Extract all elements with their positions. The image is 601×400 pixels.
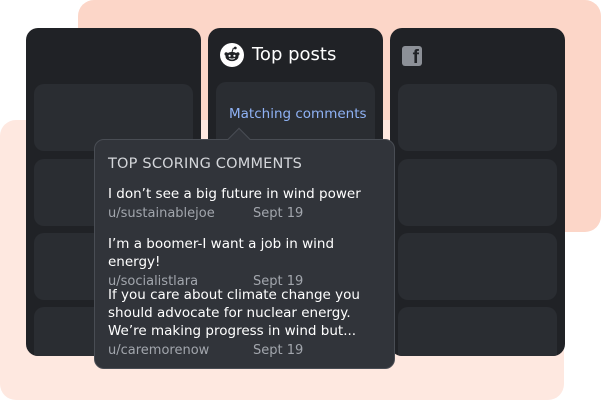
column-title: Top posts <box>252 44 337 65</box>
comment-text: I don’t see a big future in wind power <box>108 186 361 202</box>
comment-text: If you care about climate change you sho… <box>108 287 360 339</box>
column-header: Top posts <box>220 43 336 67</box>
feed-column-facebook: f <box>390 28 565 356</box>
comment-meta: u/sustainablejoe Sept 19 <box>108 206 386 224</box>
popover-heading: TOP SCORING COMMENTS <box>108 156 303 172</box>
comment-date: Sept 19 <box>253 206 304 221</box>
comment-username[interactable]: u/sustainablejoe <box>108 206 215 221</box>
comment-date: Sept 19 <box>253 343 304 358</box>
matching-comments-link[interactable]: Matching comments <box>229 106 367 122</box>
placeholder-card <box>398 84 557 151</box>
top-comments-popover: TOP SCORING COMMENTS I don’t see a big f… <box>94 127 395 369</box>
placeholder-card <box>398 233 557 300</box>
comment-item[interactable]: I don’t see a big future in wind power u… <box>108 185 386 224</box>
comment-meta: u/caremorenow Sept 19 <box>108 343 386 361</box>
facebook-icon: f <box>402 46 422 68</box>
placeholder-card <box>398 159 557 226</box>
comment-username[interactable]: u/caremorenow <box>108 343 209 358</box>
reddit-icon <box>220 43 244 67</box>
comment-text: I’m a boomer-I want a job in wind energy… <box>108 236 335 270</box>
placeholder-card <box>398 307 557 356</box>
comment-item[interactable]: If you care about climate change you sho… <box>108 286 386 361</box>
comment-item[interactable]: I’m a boomer-I want a job in wind energy… <box>108 235 386 292</box>
